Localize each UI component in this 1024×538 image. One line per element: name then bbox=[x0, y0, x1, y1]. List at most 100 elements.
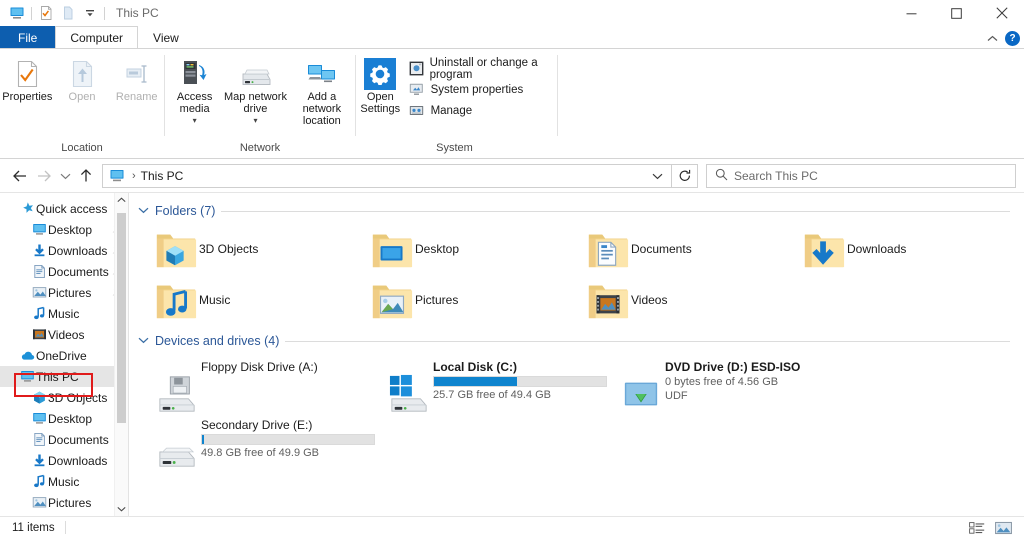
sidebar-item-documents[interactable]: Documents bbox=[0, 429, 128, 450]
properties-icon[interactable] bbox=[35, 2, 57, 24]
sidebar-item-pictures[interactable]: Pictures bbox=[0, 492, 128, 513]
system-properties-button[interactable]: System properties bbox=[407, 79, 557, 100]
uninstall-program-button[interactable]: Uninstall or change a program bbox=[407, 56, 557, 81]
help-icon[interactable]: ? bbox=[1005, 31, 1020, 46]
search-input[interactable]: Search This PC bbox=[706, 163, 1016, 188]
chevron-down-icon-folders[interactable] bbox=[137, 205, 149, 217]
file-list-pane[interactable]: Folders (7) 3D Objects Desktop Documents Do… bbox=[129, 193, 1024, 516]
open-settings-button[interactable]: Open Settings bbox=[360, 53, 401, 115]
address-dropdown-icon[interactable] bbox=[652, 169, 667, 183]
tab-computer[interactable]: Computer bbox=[55, 26, 139, 48]
folder-tile[interactable]: Music bbox=[137, 274, 353, 325]
minimize-button[interactable] bbox=[889, 0, 934, 26]
manage-icon bbox=[409, 103, 425, 119]
rename-label: Rename bbox=[115, 91, 158, 103]
ribbon-tab-strip: File Computer View ? bbox=[0, 26, 1024, 48]
folder-tile[interactable]: Pictures bbox=[353, 274, 569, 325]
drive-tile[interactable]: Local Disk (C:) 25.7 GB free of 49.4 GB bbox=[369, 354, 607, 412]
sidebar-item-music[interactable]: Music bbox=[0, 303, 128, 324]
documents-icon bbox=[30, 432, 48, 447]
pictures-icon bbox=[30, 285, 48, 300]
folder-tile[interactable]: Downloads bbox=[785, 223, 1001, 274]
scroll-down-icon[interactable] bbox=[115, 502, 128, 516]
sidebar-item-videos[interactable]: Videos bbox=[0, 324, 128, 345]
sidebar-item-label: This PC bbox=[36, 369, 79, 384]
refresh-button[interactable] bbox=[672, 163, 698, 188]
sidebar-item-label: Desktop bbox=[48, 411, 93, 426]
access-media-button[interactable]: Access media ▾ bbox=[167, 53, 222, 127]
music-icon bbox=[30, 306, 48, 321]
open-label: Open bbox=[68, 91, 96, 103]
rename-icon bbox=[122, 57, 152, 91]
ribbon-group-system: Open Settings Uninstall or change a prog… bbox=[356, 49, 557, 159]
add-network-location-button[interactable]: Add a network location bbox=[289, 53, 355, 127]
large-icons-view-button[interactable] bbox=[994, 520, 1012, 536]
folder-tile[interactable]: Videos bbox=[569, 274, 785, 325]
sidebar-item-downloads[interactable]: Downloads bbox=[0, 240, 128, 261]
drive-free-space: 49.8 GB free of 49.9 GB bbox=[201, 447, 320, 459]
breadcrumb-separator: › bbox=[132, 169, 136, 182]
devices-grid: Floppy Disk Drive (A:) Local Disk (C:) 25.… bbox=[137, 354, 1024, 470]
chevron-down-icon-devices[interactable] bbox=[137, 335, 149, 347]
manage-button[interactable]: Manage bbox=[407, 100, 557, 121]
system-properties-label: System properties bbox=[430, 83, 524, 96]
chevron-down-icon[interactable]: ▾ bbox=[193, 115, 197, 127]
folder-tile[interactable]: Documents bbox=[569, 223, 785, 274]
breadcrumb-bar[interactable]: › This PC bbox=[102, 163, 672, 188]
sidebar-item-label: Quick access bbox=[36, 201, 108, 216]
this-pc-icon[interactable] bbox=[6, 2, 28, 24]
tab-file[interactable]: File bbox=[0, 26, 56, 48]
drive-tile[interactable]: DVD Drive (D:) ESD-ISO 0 bytes free of 4.… bbox=[601, 354, 833, 412]
details-view-button[interactable] bbox=[968, 520, 986, 536]
drive-usage-bar bbox=[201, 434, 375, 445]
ribbon-tab-strip-actions: ? bbox=[987, 31, 1020, 46]
open-icon bbox=[67, 57, 97, 91]
ribbon-group-label-location: Location bbox=[61, 142, 103, 154]
folder-tile[interactable]: 3D Objects bbox=[137, 223, 353, 274]
sidebar-item-quick-access[interactable]: Quick access bbox=[0, 198, 128, 219]
recent-locations-button[interactable] bbox=[56, 164, 74, 188]
navigation-scrollbar[interactable] bbox=[114, 193, 128, 516]
sidebar-item-music[interactable]: Music bbox=[0, 471, 128, 492]
pictures-icon bbox=[30, 495, 48, 510]
scroll-up-icon[interactable] bbox=[115, 193, 128, 207]
sidebar-item-onedrive[interactable]: OneDrive bbox=[0, 345, 128, 366]
drive-tile[interactable]: Secondary Drive (E:) 49.8 GB free of 49.9… bbox=[137, 412, 375, 470]
item-count-label: 11 items bbox=[12, 521, 55, 534]
view-mode-buttons bbox=[968, 520, 1018, 536]
sidebar-item-downloads[interactable]: Downloads bbox=[0, 450, 128, 471]
folder-music-icon bbox=[153, 278, 199, 322]
uninstall-program-icon bbox=[409, 61, 424, 77]
uninstall-program-label: Uninstall or change a program bbox=[429, 56, 538, 81]
ribbon-group-label-network: Network bbox=[239, 142, 281, 154]
sidebar-item-desktop[interactable]: Desktop bbox=[0, 408, 128, 429]
back-button[interactable] bbox=[8, 164, 32, 188]
map-network-drive-button[interactable]: Map network drive ▾ bbox=[222, 53, 288, 127]
sidebar-item-desktop[interactable]: Desktop bbox=[0, 219, 128, 240]
sidebar-item-pictures[interactable]: Pictures bbox=[0, 282, 128, 303]
folder-pictures-icon bbox=[369, 278, 415, 322]
scrollbar-thumb[interactable] bbox=[117, 213, 126, 423]
breadcrumb-this-pc[interactable]: This PC bbox=[141, 169, 184, 183]
tab-view[interactable]: View bbox=[138, 26, 194, 48]
chevron-down-icon-2[interactable]: ▾ bbox=[253, 115, 257, 127]
folder-tile[interactable]: Desktop bbox=[353, 223, 569, 274]
up-button[interactable] bbox=[74, 164, 98, 188]
maximize-button[interactable] bbox=[934, 0, 979, 26]
drive-tile[interactable]: Floppy Disk Drive (A:) bbox=[137, 354, 369, 412]
map-network-drive-label: Map network drive bbox=[223, 91, 287, 115]
sidebar-item-this-pc[interactable]: This PC bbox=[0, 366, 128, 387]
folder-downloads-icon bbox=[801, 227, 847, 271]
new-folder-icon[interactable] bbox=[57, 2, 79, 24]
devices-section-header[interactable]: Devices and drives (4) bbox=[137, 331, 1024, 351]
collapse-ribbon-icon[interactable] bbox=[987, 32, 998, 46]
sidebar-item-3d-objects[interactable]: 3D Objects bbox=[0, 387, 128, 408]
folders-section-header[interactable]: Folders (7) bbox=[137, 201, 1024, 221]
sidebar-item-label: 3D Objects bbox=[48, 390, 108, 405]
close-button[interactable] bbox=[979, 0, 1024, 26]
sidebar-item-label: Videos bbox=[48, 327, 85, 342]
desktop-icon bbox=[30, 222, 48, 237]
customize-dropdown-icon[interactable] bbox=[79, 2, 101, 24]
properties-button[interactable]: Properties bbox=[0, 53, 55, 103]
sidebar-item-documents[interactable]: Documents bbox=[0, 261, 128, 282]
